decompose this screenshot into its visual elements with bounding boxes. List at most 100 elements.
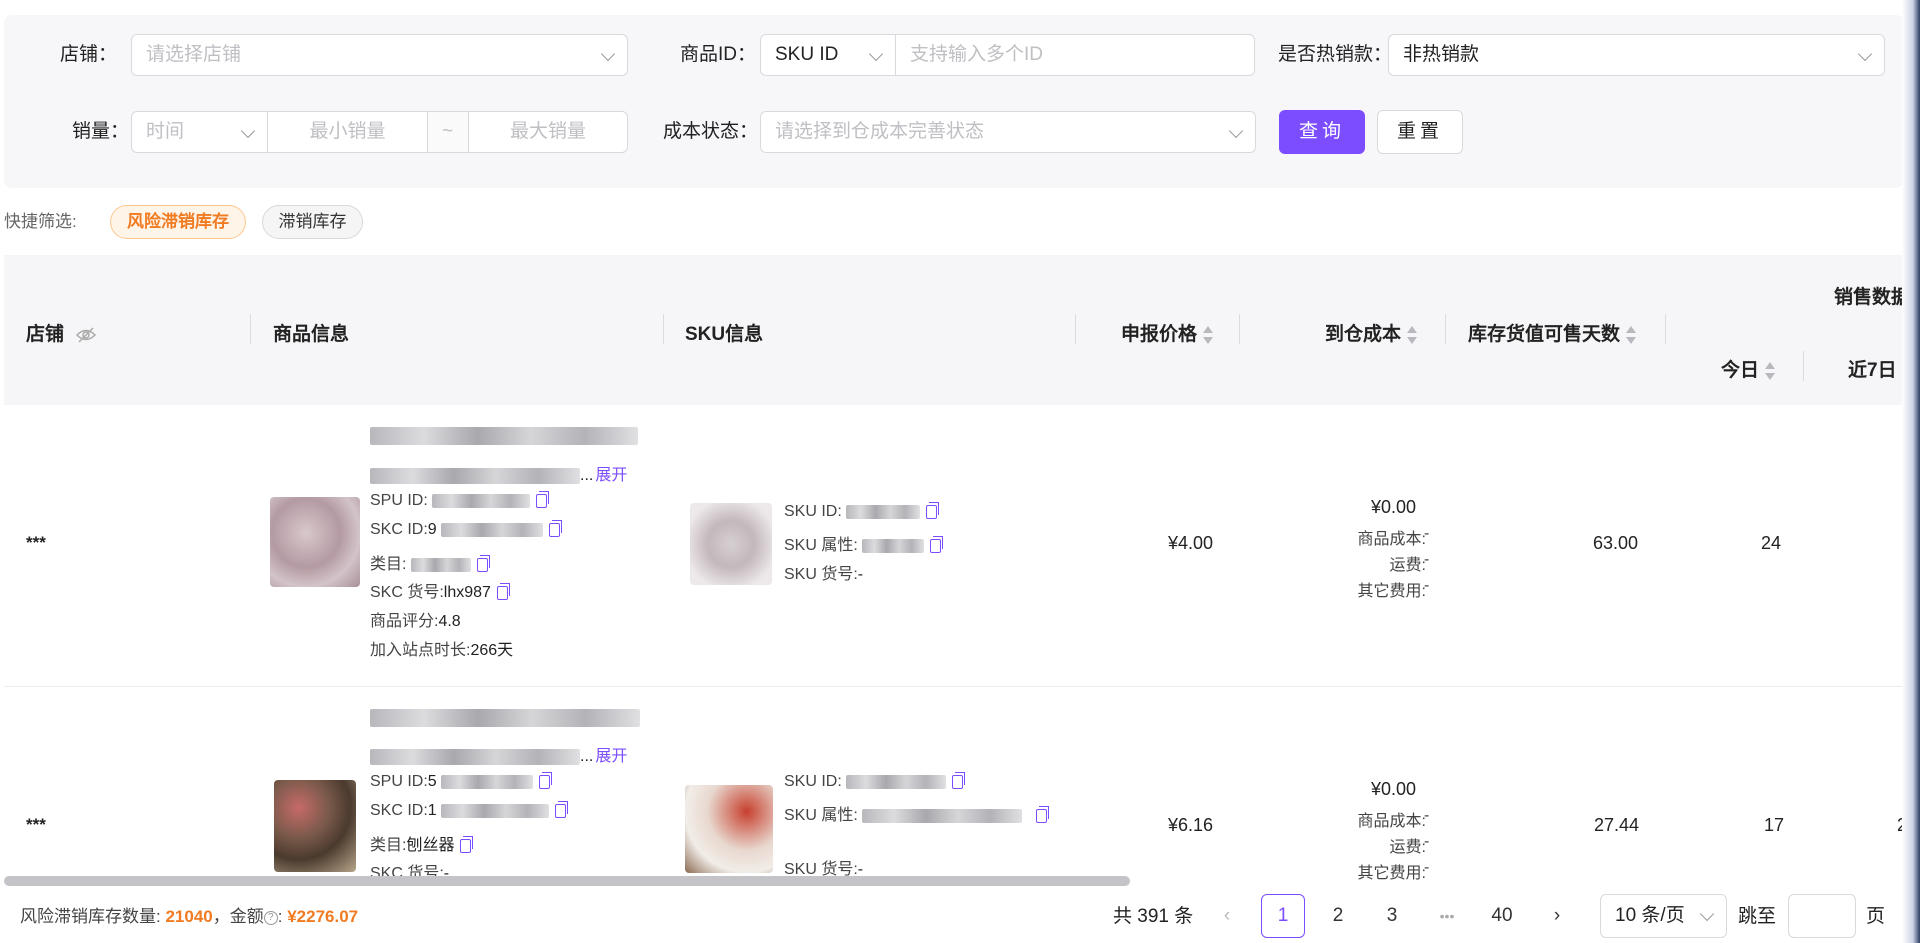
expand-link[interactable]: 展开 xyxy=(595,467,627,484)
store-select[interactable]: 请选择店铺 xyxy=(131,34,628,76)
product-thumbnail[interactable] xyxy=(270,497,360,587)
spu-label: SPU ID: xyxy=(370,492,428,509)
blurred-value xyxy=(441,774,534,789)
copy-icon[interactable] xyxy=(539,771,553,789)
skc-id-line: SKC ID:1 xyxy=(370,800,569,820)
cost-line-label: 运费: xyxy=(1389,839,1426,856)
copy-icon[interactable] xyxy=(926,501,940,519)
th-today[interactable]: 今日 xyxy=(1721,355,1776,382)
spu-id-line: SPU ID: xyxy=(370,490,550,510)
cost-line-freight: 运费: xyxy=(1334,551,1426,575)
expand-link[interactable]: 展开 xyxy=(595,748,627,765)
joined-line: 加入站点时长:266天 xyxy=(370,636,513,660)
blurred-value xyxy=(862,808,1023,823)
copy-icon[interactable] xyxy=(536,490,550,508)
sort-icon[interactable] xyxy=(1203,325,1214,345)
horizontal-scrollbar[interactable] xyxy=(4,876,1130,886)
declared-price: ¥4.00 xyxy=(1168,533,1214,553)
th-today-label: 今日 xyxy=(1721,360,1760,381)
min-sales-input[interactable]: 最小销量 xyxy=(267,111,428,153)
copy-icon[interactable] xyxy=(496,582,510,600)
page-size-select[interactable]: 10 条/页 xyxy=(1600,894,1727,938)
skc-prefix: 1 xyxy=(427,802,437,819)
id-type-select[interactable]: SKU ID xyxy=(760,34,896,76)
th-price[interactable]: 申报价格 xyxy=(1121,319,1214,346)
spu-label: SPU ID: xyxy=(370,773,428,790)
chevron-down-icon xyxy=(1699,906,1715,922)
sku-no-value: - xyxy=(857,566,864,583)
cost-line-label: 其它费用: xyxy=(1357,865,1426,882)
cost-line-label: 商品成本: xyxy=(1357,813,1426,830)
cost-status-select[interactable]: 请选择到仓成本完善状态 xyxy=(760,111,1256,153)
amount-label: ，金额 xyxy=(212,907,264,926)
rating-line: 商品评分:4.8 xyxy=(370,607,461,631)
th-sku: SKU信息 xyxy=(685,324,764,345)
copy-icon[interactable] xyxy=(460,835,474,853)
product-title-line2: ... 展开 xyxy=(370,461,627,485)
th-cost[interactable]: 到仓成本 xyxy=(1325,319,1418,346)
th-days[interactable]: 库存货值可售天数 xyxy=(1468,319,1637,346)
sales-today: 24 xyxy=(1761,533,1782,553)
product-thumbnail[interactable] xyxy=(274,780,356,872)
copy-icon[interactable] xyxy=(476,554,490,572)
declared-price: ¥6.16 xyxy=(1168,815,1214,835)
skc-prefix: 9 xyxy=(427,521,437,538)
chip-slow-stock[interactable]: 滞销库存 xyxy=(262,205,363,239)
blurred-title xyxy=(370,427,638,445)
sku-attr-label: SKU 属性: xyxy=(784,537,858,554)
th-cost-label: 到仓成本 xyxy=(1325,324,1402,345)
column-divider xyxy=(663,314,664,344)
sales-filter-label: 销量： xyxy=(72,121,130,142)
th-sales-group: 销售数据 xyxy=(1834,287,1911,308)
prev-page-button[interactable]: ‹ xyxy=(1215,894,1239,938)
category-line: 类目:刨丝器 xyxy=(370,831,474,855)
range-separator-text: ~ xyxy=(442,121,454,142)
sales-time-placeholder: 时间 xyxy=(146,121,185,142)
sort-icon[interactable] xyxy=(1626,325,1637,345)
th-store: 店铺 xyxy=(26,319,97,346)
max-sales-input[interactable]: 最大销量 xyxy=(468,111,628,153)
rating-value: 4.8 xyxy=(438,613,461,630)
product-id-input[interactable]: 支持输入多个ID xyxy=(895,34,1255,76)
query-button[interactable]: 查询 xyxy=(1279,110,1365,154)
jump-page-input[interactable] xyxy=(1788,894,1856,938)
cost-line-product: 商品成本: xyxy=(1334,525,1426,549)
chevron-down-icon xyxy=(868,46,884,62)
warehouse-cost: ¥0.00 xyxy=(1371,779,1417,799)
next-page-button[interactable]: › xyxy=(1545,894,1569,938)
cost-line-label: 商品成本: xyxy=(1357,531,1426,548)
page-ellipsis[interactable]: ••• xyxy=(1425,894,1469,938)
sku-thumbnail[interactable] xyxy=(690,503,772,585)
hot-select-value: 非热销款 xyxy=(1403,44,1480,65)
copy-icon[interactable] xyxy=(930,535,944,553)
id-type-value: SKU ID xyxy=(775,44,839,65)
max-sales-placeholder: 最大销量 xyxy=(509,121,586,142)
sort-icon[interactable] xyxy=(1407,325,1418,345)
copy-icon[interactable] xyxy=(555,800,569,818)
info-icon[interactable]: ? xyxy=(263,910,278,925)
chevron-down-icon xyxy=(1228,123,1244,139)
quick-filter-label: 快捷筛选: xyxy=(4,212,77,231)
copy-icon[interactable] xyxy=(1036,805,1050,823)
category-value: 刨丝器 xyxy=(406,837,455,854)
sort-icon[interactable] xyxy=(1765,361,1776,381)
copy-icon[interactable] xyxy=(549,519,563,537)
page-1[interactable]: 1 xyxy=(1261,894,1305,938)
sales-time-select[interactable]: 时间 xyxy=(131,111,268,153)
sku-attr-line: SKU 属性: xyxy=(784,531,944,555)
risk-summary: 风险滞销库存数量: 21040，金额?: ¥2276.07 xyxy=(20,907,359,926)
sku-thumbnail[interactable] xyxy=(685,785,773,873)
chevron-down-icon xyxy=(1857,46,1873,62)
cost-line-label: 其它费用: xyxy=(1357,583,1426,600)
sku-id-line: SKU ID: xyxy=(784,501,940,521)
page-40[interactable]: 40 xyxy=(1480,894,1524,938)
chip-risk-slow-stock[interactable]: 风险滞销库存 xyxy=(110,205,246,239)
eye-off-icon[interactable] xyxy=(75,327,97,343)
copy-icon[interactable] xyxy=(952,771,966,789)
hot-select[interactable]: 非热销款 xyxy=(1388,34,1885,76)
page-3[interactable]: 3 xyxy=(1370,894,1414,938)
cost-line-product: 商品成本: xyxy=(1334,807,1426,831)
page-2[interactable]: 2 xyxy=(1316,894,1360,938)
sku-id-label: SKU ID: xyxy=(784,503,842,520)
reset-button[interactable]: 重置 xyxy=(1377,110,1463,154)
